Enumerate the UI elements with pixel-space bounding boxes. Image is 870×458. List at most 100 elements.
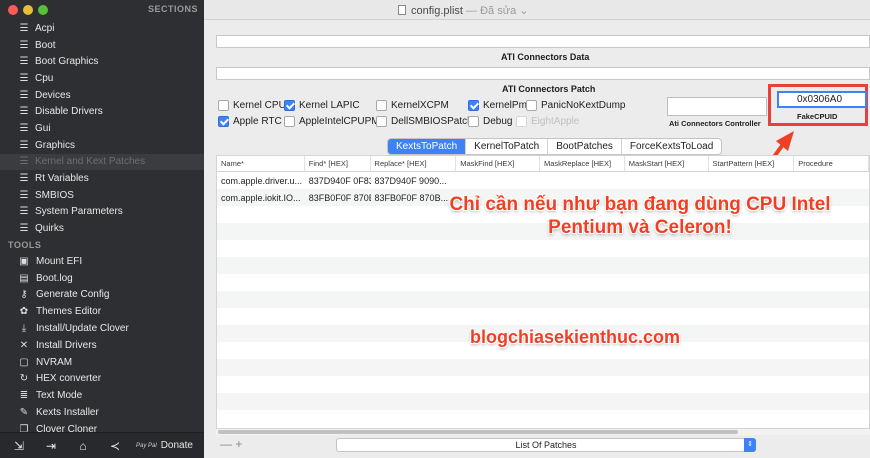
sidebar-item-boot-graphics[interactable]: ☰ Boot Graphics [0, 53, 204, 70]
document-icon [398, 5, 406, 15]
column-header[interactable]: MaskStart [HEX] [625, 156, 709, 171]
kernel-lapic-checkbox[interactable]: Kernel LAPIC [284, 100, 360, 111]
tool-item-install-update-clover[interactable]: ⤓ Install/Update Clover [0, 320, 204, 337]
table-row [217, 274, 869, 291]
checkbox-box [468, 116, 479, 127]
sidebar-item-label: SMBIOS [35, 189, 74, 201]
tab-force-kexts-to-load[interactable]: ForceKextsToLoad [622, 139, 721, 154]
sidebar-item-boot[interactable]: ☰ Boot [0, 37, 204, 54]
apple-rtc-checkbox[interactable]: Apple RTC [218, 116, 282, 127]
close-window-button[interactable] [8, 5, 18, 15]
checkbox-box [284, 116, 295, 127]
column-header[interactable]: Name* [217, 156, 305, 171]
sidebar-item-system-parameters[interactable]: ☰ System Parameters [0, 204, 204, 221]
debug-checkbox[interactable]: Debug [468, 116, 512, 127]
sidebar-item-graphics[interactable]: ☰ Graphics [0, 137, 204, 154]
tools-list: ▣ Mount EFI ▤ Boot.log ⚷ Generate Config ✿ Them… [0, 253, 204, 438]
tool-item-mount-efi[interactable]: ▣ Mount EFI [0, 253, 204, 270]
ati-connectors-data-title: ATI Connectors Data [501, 52, 590, 62]
tool-item-label: Generate Config [36, 289, 110, 301]
window-title: config.plist — Đã sửa ⌄ [411, 4, 528, 17]
minimize-window-button[interactable] [23, 5, 33, 15]
ati-connectors-data-input[interactable] [216, 35, 870, 48]
kernel-cpu-checkbox[interactable]: Kernel CPU [218, 100, 286, 111]
list-icon: ☰ [19, 223, 29, 235]
tool-item-hex-converter[interactable]: ↻ HEX converter [0, 371, 204, 388]
text-icon: ≣ [19, 390, 29, 402]
dell-smbios-patch-checkbox[interactable]: DellSMBIOSPatch [376, 116, 473, 127]
title-bar: config.plist — Đã sửa ⌄ [204, 0, 870, 20]
sidebar-item-label: Boot Graphics [35, 56, 99, 68]
panic-no-kext-dump-checkbox[interactable]: PanicNoKextDump [526, 100, 625, 111]
tool-item-install-drivers[interactable]: ✕ Install Drivers [0, 337, 204, 354]
checkbox-label: PanicNoKextDump [541, 100, 626, 111]
tool-item-label: NVRAM [36, 356, 73, 368]
column-header[interactable]: MaskReplace [HEX] [540, 156, 625, 171]
chevron-updown-icon: ⇕ [744, 438, 756, 452]
zoom-window-button[interactable] [38, 5, 48, 15]
list-icon: ☰ [19, 72, 29, 84]
download-icon: ⤓ [21, 323, 27, 335]
sidebar-item-acpi[interactable]: ☰ Acpi [0, 20, 204, 37]
share-icon[interactable]: ≺ [102, 439, 128, 453]
sidebar-item-quirks[interactable]: ☰ Quirks [0, 220, 204, 237]
tool-item-label: Install/Update Clover [36, 323, 129, 335]
tool-item-nvram[interactable]: ▢ NVRAM [0, 354, 204, 371]
sidebar-item-rt-variables[interactable]: ☰ Rt Variables [0, 170, 204, 187]
home-icon[interactable]: ⌂ [70, 439, 96, 453]
sidebar-item-cpu[interactable]: ☰ Cpu [0, 70, 204, 87]
tool-item-themes-editor[interactable]: ✿ Themes Editor [0, 303, 204, 320]
checkbox-box [516, 116, 527, 127]
sidebar-item-smbios[interactable]: ☰ SMBIOS [0, 187, 204, 204]
checkbox-label: KernelXCPM [391, 100, 449, 111]
window-title-edited[interactable]: — Đã sửa ⌄ [466, 5, 528, 17]
ati-connectors-controller-input[interactable] [667, 97, 767, 116]
donate-button[interactable]: Donate [161, 440, 193, 451]
sidebar-item-kernel-and-kext-patches[interactable]: ☰ Kernel and Kext Patches [0, 153, 204, 171]
tool-item-label: Kexts Installer [36, 407, 99, 418]
scrollbar-thumb[interactable] [218, 430, 738, 434]
wrench-icon: ✎ [19, 407, 29, 418]
tab-boot-patches[interactable]: BootPatches [548, 139, 622, 154]
tool-item-kexts-installer[interactable]: ✎ Kexts Installer [0, 404, 204, 421]
add-remove-buttons[interactable]: — + [220, 437, 242, 451]
list-icon: ☰ [19, 39, 29, 51]
import-icon[interactable]: ⇲ [6, 439, 32, 453]
column-header[interactable]: MaskFind [HEX] [456, 156, 541, 171]
checkbox-label: DellSMBIOSPatch [391, 116, 473, 127]
checkbox-label: Kernel CPU [233, 100, 286, 111]
sidebar-item-disable-drivers[interactable]: ☰ Disable Drivers [0, 103, 204, 120]
table-cell: 83FB0F0F 870B... [308, 192, 371, 203]
export-icon[interactable]: ⇥ [38, 439, 64, 453]
column-header[interactable]: StartPattern [HEX] [709, 156, 795, 171]
list-icon: ☰ [19, 139, 29, 151]
fakecpuid-input[interactable]: 0x0306A0 [777, 91, 867, 108]
list-icon: ☰ [19, 22, 29, 34]
sidebar-item-gui[interactable]: ☰ Gui [0, 120, 204, 137]
kernel-xcpm-checkbox[interactable]: KernelXCPM [376, 100, 449, 111]
tool-item-generate-config[interactable]: ⚷ Generate Config [0, 287, 204, 304]
kernel-pm-checkbox[interactable]: KernelPm [468, 100, 527, 111]
column-header[interactable]: Find* [HEX] [305, 156, 371, 171]
apple-intel-cpupm-checkbox[interactable]: AppleIntelCPUPM [284, 116, 380, 127]
paypal-icon: Pay Pal [136, 442, 157, 449]
column-header[interactable]: Procedure [794, 156, 869, 171]
sidebar-item-devices[interactable]: ☰ Devices [0, 87, 204, 104]
tab-kernel-to-patch[interactable]: KernelToPatch [466, 139, 549, 154]
checkbox-label: Kernel LAPIC [299, 100, 360, 111]
checkbox-label: EightApple [531, 116, 580, 127]
refresh-icon: ↻ [19, 373, 29, 385]
column-header[interactable]: Replace* [HEX] [371, 156, 457, 171]
watermark: blogchiasekienthuc.com [469, 327, 681, 347]
eight-apple-checkbox[interactable]: EightApple [516, 116, 579, 127]
checkbox-label: Apple RTC [233, 116, 282, 127]
tool-item-boot-log[interactable]: ▤ Boot.log [0, 270, 204, 287]
tool-item-text-mode[interactable]: ≣ Text Mode [0, 387, 204, 404]
tab-kexts-to-patch[interactable]: KextsToPatch [388, 139, 467, 154]
ati-connectors-patch-input[interactable] [216, 67, 870, 80]
tool-item-label: HEX converter [36, 373, 102, 385]
list-of-patches-select[interactable]: List Of Patches ⇕ [336, 438, 756, 452]
tool-item-label: Mount EFI [36, 255, 83, 267]
sidebar-top: SECTIONS [0, 0, 204, 20]
table-row[interactable]: com.apple.driver.u... 837D940F 0F83...837… [217, 172, 869, 189]
